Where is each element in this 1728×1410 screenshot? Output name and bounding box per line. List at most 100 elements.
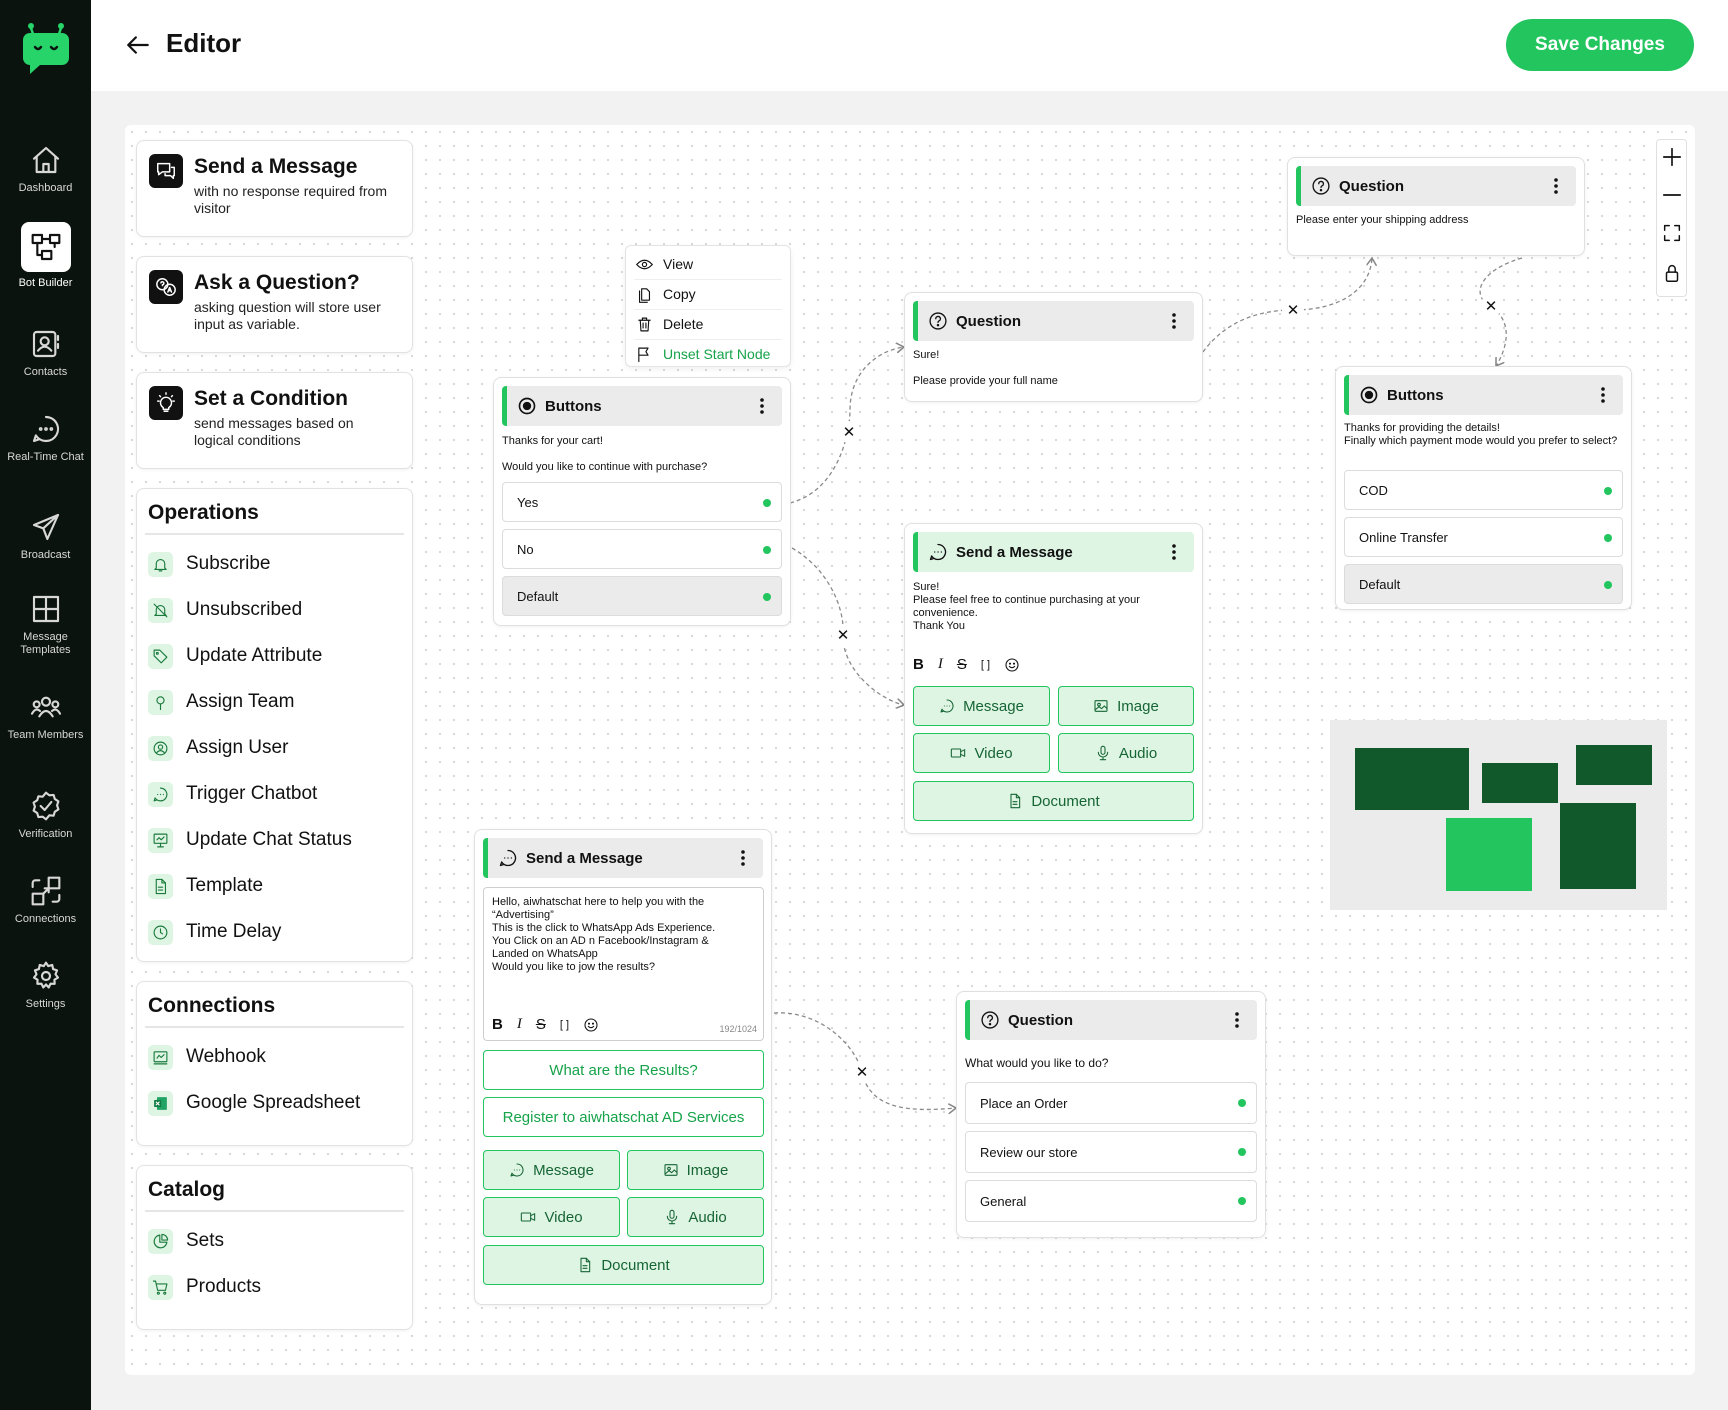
op-template[interactable]: Template [148, 871, 263, 901]
nav-verification[interactable]: Verification [0, 782, 91, 860]
remove-connection-icon[interactable]: ✕ [851, 1061, 873, 1083]
bot-logo-icon[interactable] [22, 22, 70, 74]
palette-set-condition[interactable]: Set a Condition send messages based on l… [136, 372, 413, 469]
output-handle[interactable] [763, 546, 771, 554]
op-update-attribute[interactable]: Update Attribute [148, 641, 322, 671]
add-message-button[interactable]: Message [483, 1150, 620, 1190]
node-header[interactable]: Question [1296, 166, 1576, 206]
more-vertical-icon[interactable] [1227, 1010, 1247, 1030]
node-header[interactable]: Send a Message [913, 532, 1194, 572]
zoom-out-icon[interactable] [1661, 184, 1683, 206]
nav-connections[interactable]: Connections [0, 867, 91, 945]
nav-broadcast[interactable]: Broadcast [0, 503, 91, 581]
nav-dashboard[interactable]: Dashboard [0, 136, 91, 214]
back-arrow-icon[interactable] [125, 32, 151, 58]
save-changes-button[interactable]: Save Changes [1506, 19, 1694, 71]
node-send-message-ads[interactable]: Send a Message Hello, aiwhatschat here t… [474, 829, 772, 1305]
button-option-default[interactable]: Default [1344, 564, 1623, 604]
catalog-sets[interactable]: Sets [148, 1226, 224, 1256]
answer-option[interactable]: Review our store [965, 1131, 1257, 1173]
output-handle[interactable] [1604, 534, 1612, 542]
node-header[interactable]: Question [965, 1000, 1257, 1040]
more-vertical-icon[interactable] [1164, 542, 1184, 562]
add-document-button[interactable]: Document [483, 1245, 764, 1285]
node-send-message-thanks[interactable]: Send a Message Sure! Please feel free to… [904, 523, 1203, 834]
output-handle[interactable] [763, 593, 771, 601]
nav-bot-builder[interactable]: Bot Builder [0, 222, 91, 300]
menu-item-unset-start-node[interactable]: Unset Start Node [636, 343, 770, 365]
italic-button[interactable]: I [517, 1016, 522, 1033]
nav-team-members[interactable]: Team Members [0, 683, 91, 761]
output-handle[interactable] [1604, 581, 1612, 589]
node-header[interactable]: Buttons [1344, 375, 1623, 415]
button-option[interactable]: COD [1344, 470, 1623, 510]
remove-connection-icon[interactable]: ✕ [838, 421, 860, 443]
op-assign-user[interactable]: Assign User [148, 733, 288, 763]
op-unsubscribed[interactable]: Unsubscribed [148, 595, 302, 625]
menu-item-copy[interactable]: Copy [636, 283, 696, 305]
catalog-products[interactable]: Products [148, 1272, 261, 1302]
op-assign-team[interactable]: Assign Team [148, 687, 294, 717]
palette-send-message[interactable]: Send a Message with no response required… [136, 140, 413, 237]
button-option[interactable]: Yes [502, 482, 782, 522]
node-buttons-payment[interactable]: Buttons Thanks for providing the details… [1335, 366, 1632, 610]
menu-item-delete[interactable]: Delete [636, 313, 703, 335]
add-audio-button[interactable]: Audio [1058, 733, 1194, 773]
minimap[interactable] [1330, 720, 1667, 910]
op-update-chat-status[interactable]: Update Chat Status [148, 825, 352, 855]
more-vertical-icon[interactable] [1164, 311, 1184, 331]
node-question-name[interactable]: Question Sure! Please provide your full … [904, 292, 1203, 402]
nav-settings[interactable]: Settings [0, 952, 91, 1030]
remove-connection-icon[interactable]: ✕ [1282, 299, 1304, 321]
more-vertical-icon[interactable] [1593, 385, 1613, 405]
strikethrough-button[interactable]: S [536, 1016, 546, 1033]
node-header[interactable]: Send a Message [483, 838, 763, 878]
emoji-icon[interactable] [1004, 657, 1020, 673]
button-option[interactable]: Online Transfer [1344, 517, 1623, 557]
add-video-button[interactable]: Video [483, 1197, 620, 1237]
quick-reply-button[interactable]: What are the Results? [483, 1050, 764, 1090]
node-question-shipping[interactable]: Question Please enter your shipping addr… [1287, 157, 1585, 256]
add-message-button[interactable]: Message [913, 686, 1050, 726]
nav-real-time-chat[interactable]: Real-Time Chat [0, 405, 91, 483]
add-image-button[interactable]: Image [1058, 686, 1194, 726]
op-subscribe[interactable]: Subscribe [148, 549, 271, 579]
remove-connection-icon[interactable]: ✕ [1480, 295, 1502, 317]
output-handle[interactable] [1238, 1099, 1246, 1107]
conn-google-spreadsheet[interactable]: Google Spreadsheet [148, 1088, 360, 1118]
conn-webhook[interactable]: Webhook [148, 1042, 266, 1072]
code-button[interactable]: [ ] [981, 659, 990, 671]
bold-button[interactable]: B [913, 656, 924, 673]
nav-message-templates[interactable]: Message Templates [0, 585, 91, 663]
more-vertical-icon[interactable] [752, 396, 772, 416]
answer-option[interactable]: Place an Order [965, 1082, 1257, 1124]
more-vertical-icon[interactable] [733, 848, 753, 868]
add-audio-button[interactable]: Audio [627, 1197, 764, 1237]
button-option[interactable]: No [502, 529, 782, 569]
node-buttons-cart[interactable]: Buttons Thanks for your cart! Would you … [493, 377, 791, 626]
op-trigger-chatbot[interactable]: Trigger Chatbot [148, 779, 317, 809]
add-image-button[interactable]: Image [627, 1150, 764, 1190]
emoji-icon[interactable] [583, 1017, 599, 1033]
code-button[interactable]: [ ] [560, 1019, 569, 1031]
node-question-actions[interactable]: Question What would you like to do? Plac… [956, 991, 1266, 1238]
node-header[interactable]: Question [913, 301, 1194, 341]
button-option-default[interactable]: Default [502, 576, 782, 616]
remove-connection-icon[interactable]: ✕ [832, 624, 854, 646]
fit-view-icon[interactable] [1661, 222, 1683, 244]
italic-button[interactable]: I [938, 656, 943, 673]
add-video-button[interactable]: Video [913, 733, 1050, 773]
op-time-delay[interactable]: Time Delay [148, 917, 281, 947]
message-editor[interactable]: Hello, aiwhatschat here to help you with… [483, 887, 764, 1041]
output-handle[interactable] [1238, 1148, 1246, 1156]
bold-button[interactable]: B [492, 1016, 503, 1033]
lock-icon[interactable] [1661, 262, 1683, 284]
answer-option[interactable]: General [965, 1180, 1257, 1222]
quick-reply-button[interactable]: Register to aiwhatschat AD Services [483, 1097, 764, 1137]
nav-contacts[interactable]: Contacts [0, 320, 91, 398]
output-handle[interactable] [1238, 1197, 1246, 1205]
output-handle[interactable] [763, 499, 771, 507]
output-handle[interactable] [1604, 487, 1612, 495]
more-vertical-icon[interactable] [1546, 176, 1566, 196]
add-document-button[interactable]: Document [913, 781, 1194, 821]
